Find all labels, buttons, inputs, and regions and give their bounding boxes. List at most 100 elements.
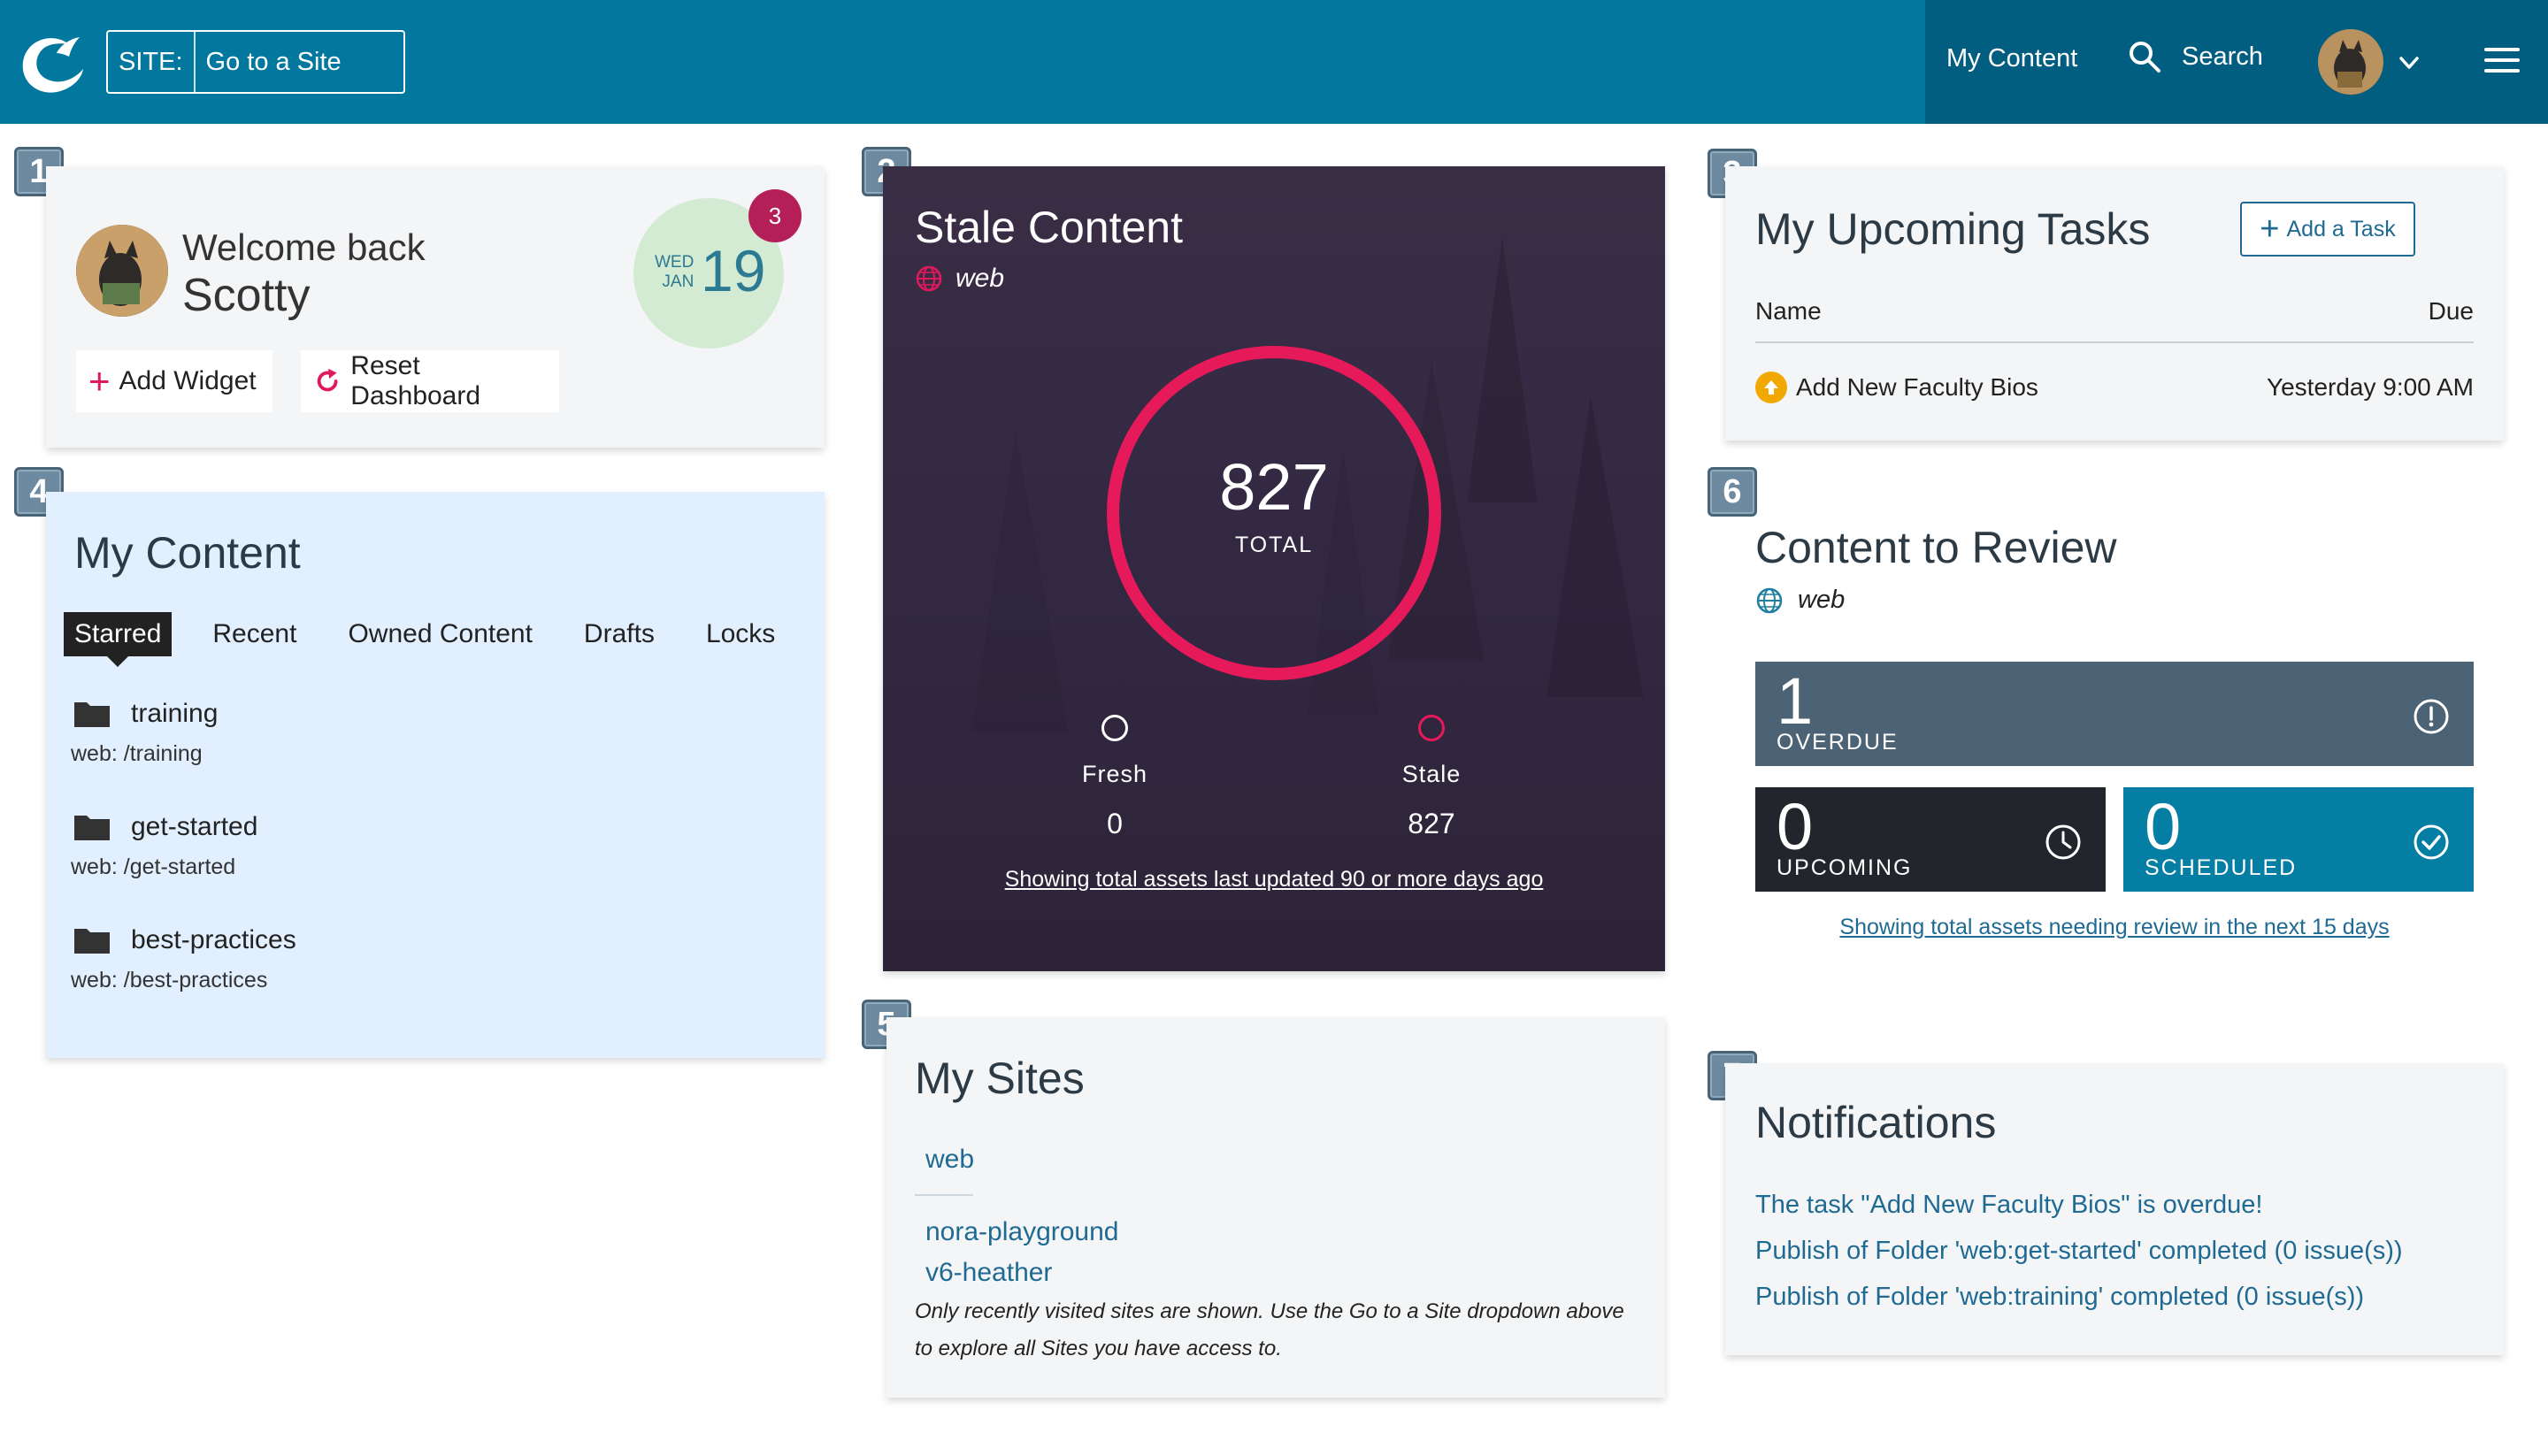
overdue-count: 1 (1777, 664, 1814, 738)
cascade-logo-icon[interactable] (18, 27, 88, 97)
scheduled-tile[interactable]: 0 SCHEDULED (2123, 787, 2474, 892)
tab-drafts[interactable]: Drafts (573, 612, 665, 656)
notification-item[interactable]: Publish of Folder 'web:training' complet… (1755, 1283, 2364, 1312)
widget-title: My Content (74, 528, 301, 578)
site-indicator: web (915, 264, 1004, 294)
top-bar: SITE: Go to a Site My Content Search (0, 0, 2548, 124)
date-weekday-month: WED JAN (655, 253, 694, 292)
site-indicator: web (1755, 586, 1845, 615)
widget-title: My Upcoming Tasks (1755, 204, 2151, 254)
item-title[interactable]: best-practices (131, 925, 296, 955)
scheduled-count: 0 (2145, 790, 2182, 863)
plus-icon: + (2260, 211, 2280, 248)
alert-circle-icon (2414, 699, 2449, 734)
site-select-value[interactable]: Go to a Site (196, 48, 342, 77)
content-to-review-widget: Content to Review web 1 OVERDUE 0 UPCOMI… (1725, 488, 2504, 966)
notification-count-badge[interactable]: 3 (748, 189, 802, 242)
content-tabs: Starred Recent Owned Content Drafts Lock… (64, 612, 816, 667)
search-icon (2130, 42, 2160, 73)
overdue-label: OVERDUE (1777, 730, 1899, 755)
site-link-web[interactable]: web (925, 1145, 974, 1175)
nav-search[interactable]: Search (2127, 39, 2263, 74)
priority-up-icon (1755, 372, 1787, 403)
stale-value: 827 (1408, 808, 1455, 839)
upcoming-label: UPCOMING (1777, 855, 1913, 880)
notification-item[interactable]: The task "Add New Faculty Bios" is overd… (1755, 1191, 2262, 1220)
tab-locks[interactable]: Locks (695, 612, 786, 656)
fresh-label: Fresh (1081, 761, 1148, 787)
date-month: JAN (662, 272, 695, 291)
add-widget-button[interactable]: + Add Widget (76, 350, 272, 412)
table-row[interactable]: Add New Faculty Bios Yesterday 9:00 AM (1755, 372, 2474, 403)
widget-title: Stale Content (915, 203, 1183, 252)
site-link-nora-playground[interactable]: nora-playground (925, 1217, 1118, 1247)
my-content-widget: My Content Starred Recent Owned Content … (46, 492, 825, 1058)
tab-recent[interactable]: Recent (202, 612, 307, 656)
user-avatar (76, 225, 168, 317)
stale-content-widget: Stale Content web 827 TOTAL Fresh 0 Stal… (883, 166, 1665, 971)
user-name: Scotty (182, 270, 311, 321)
total-label: TOTAL (1234, 533, 1314, 557)
column-header-due: Due (2428, 297, 2474, 325)
user-avatar[interactable] (2318, 29, 2383, 95)
stale-dot-icon (1418, 715, 1445, 741)
stale-label: Stale (1401, 761, 1462, 787)
widget-title: Content to Review (1755, 523, 2117, 572)
welcome-widget: Welcome back Scotty WED JAN 19 3 + Add W… (46, 166, 825, 448)
upcoming-tasks-widget: My Upcoming Tasks + Add a Task Name Due … (1725, 166, 2504, 441)
add-task-button[interactable]: + Add a Task (2240, 202, 2415, 257)
menu-icon[interactable] (2484, 48, 2520, 76)
site-label: SITE: (108, 32, 196, 92)
folder-icon (74, 929, 110, 954)
upcoming-tile[interactable]: 0 UPCOMING (1755, 787, 2106, 892)
plus-icon: + (88, 360, 111, 402)
welcome-text: Welcome back (182, 226, 426, 268)
site-picker[interactable]: SITE: Go to a Site (106, 30, 405, 94)
dog-avatar-icon (2318, 29, 2383, 95)
task-name[interactable]: Add New Faculty Bios (1796, 373, 2038, 402)
date-weekday: WED (655, 253, 695, 272)
notifications-widget: Notifications The task "Add New Faculty … (1725, 1063, 2504, 1355)
add-task-label: Add a Task (2286, 216, 2396, 241)
stale-stat: Stale 827 (1361, 715, 1502, 840)
date-day: 19 (701, 238, 766, 303)
site-link-v6-heather[interactable]: v6-heather (925, 1258, 1052, 1288)
chevron-down-icon[interactable] (2396, 50, 2422, 76)
item-path: web: /best-practices (71, 968, 268, 992)
column-header-name: Name (1755, 297, 1822, 325)
review-footer-link[interactable]: Showing total assets needing review in t… (1755, 915, 2474, 940)
add-widget-label: Add Widget (119, 366, 257, 395)
fresh-stat: Fresh 0 (1044, 715, 1186, 840)
fresh-dot-icon (1101, 715, 1128, 741)
divider (915, 1194, 973, 1196)
tab-owned-content[interactable]: Owned Content (337, 612, 542, 656)
refresh-icon (317, 368, 338, 392)
scheduled-label: SCHEDULED (2145, 855, 2298, 880)
search-label: Search (2182, 42, 2263, 71)
list-item[interactable]: best-practices web: /best-practices (71, 925, 296, 993)
my-sites-widget: My Sites web nora-playground v6-heather … (886, 1017, 1665, 1398)
folder-icon (74, 702, 110, 727)
stale-footer-link[interactable]: Showing total assets last updated 90 or … (883, 867, 1665, 893)
item-title[interactable]: training (131, 699, 218, 729)
item-path: web: /get-started (71, 854, 236, 879)
item-title[interactable]: get-started (131, 812, 257, 842)
notification-item[interactable]: Publish of Folder 'web:get-started' comp… (1755, 1237, 2403, 1266)
list-item[interactable]: training web: /training (71, 699, 218, 767)
reset-dashboard-label: Reset Dashboard (350, 351, 481, 410)
overdue-tile[interactable]: 1 OVERDUE (1755, 662, 2474, 766)
sites-note: Only recently visited sites are shown. U… (915, 1299, 1624, 1360)
tab-starred[interactable]: Starred (64, 612, 173, 667)
item-path: web: /training (71, 741, 203, 766)
reset-dashboard-button[interactable]: Reset Dashboard (301, 350, 559, 412)
folder-icon (74, 816, 110, 840)
fresh-value: 0 (1107, 808, 1123, 839)
site-name: web (1798, 586, 1846, 614)
dog-avatar-icon (76, 225, 168, 317)
divider (1755, 341, 2474, 343)
globe-icon (916, 265, 942, 292)
clock-icon (2045, 824, 2081, 860)
task-due: Yesterday 9:00 AM (2266, 373, 2474, 401)
list-item[interactable]: get-started web: /get-started (71, 812, 257, 880)
nav-my-content[interactable]: My Content (1946, 44, 2077, 73)
